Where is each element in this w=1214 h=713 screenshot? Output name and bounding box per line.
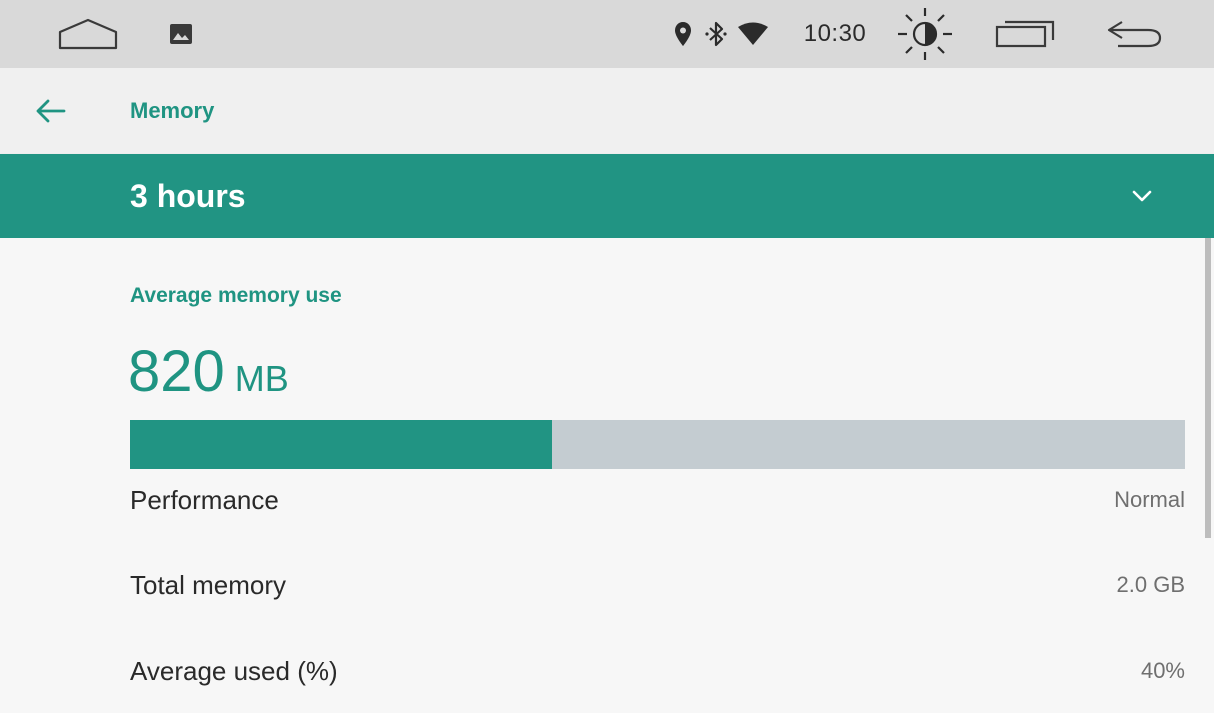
brightness-icon[interactable] xyxy=(890,0,960,68)
arrow-left-icon[interactable] xyxy=(30,91,70,131)
memory-usage-bar xyxy=(130,420,1185,469)
page-title: Memory xyxy=(130,98,215,123)
average-memory-label: Average memory use xyxy=(130,284,342,307)
average-memory-value: 820 MB xyxy=(128,338,289,405)
back-arrow-icon[interactable] xyxy=(1098,0,1168,68)
period-selected-value: 3 hours xyxy=(130,177,246,214)
chevron-down-icon[interactable] xyxy=(1125,181,1159,211)
stat-row-performance: Performance Normal xyxy=(130,480,1185,520)
period-dropdown[interactable]: 3 hours xyxy=(0,154,1214,238)
scrollbar[interactable] xyxy=(1205,238,1211,538)
stat-label: Performance xyxy=(130,484,279,515)
stat-row-total-memory: Total memory 2.0 GB xyxy=(130,565,1185,605)
clock-time: 10:30 xyxy=(803,20,867,47)
system-status-bar: 10:30 xyxy=(0,0,1214,68)
memory-usage-bar-fill xyxy=(130,420,552,469)
memory-content: Average memory use 820 MB Performance Nor… xyxy=(0,238,1214,713)
average-memory-number: 820 xyxy=(128,339,225,404)
home-outline-icon[interactable] xyxy=(50,0,126,68)
stat-label: Average used (%) xyxy=(130,655,338,686)
bluetooth-icon xyxy=(701,0,731,68)
stat-row-average-used: Average used (%) 40% xyxy=(130,651,1185,691)
average-memory-unit: MB xyxy=(234,358,289,399)
image-icon[interactable] xyxy=(166,0,196,68)
stat-value: 40% xyxy=(1140,658,1185,683)
recent-apps-icon[interactable] xyxy=(990,0,1060,68)
wifi-icon xyxy=(736,0,770,68)
stat-value: Normal xyxy=(1114,487,1185,512)
stat-label: Total memory xyxy=(130,569,287,600)
stat-value: 2.0 GB xyxy=(1116,572,1185,597)
location-pin-icon xyxy=(668,0,698,68)
app-bar: Memory xyxy=(0,68,1214,154)
